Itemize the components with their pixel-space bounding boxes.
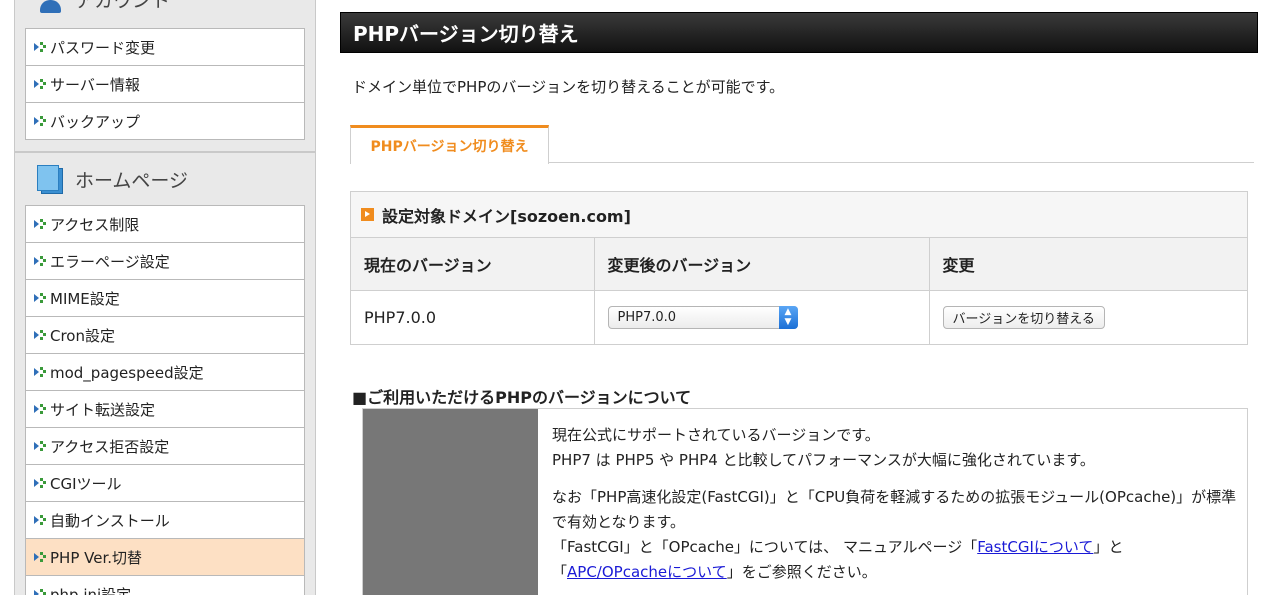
sidebar-item-backup[interactable]: バックアップ [26, 103, 304, 140]
bullet-arrow-icon [34, 218, 48, 230]
sidebar-item-php-version[interactable]: PHP Ver.切替 [26, 539, 304, 576]
sidebar-item-cgi-tools[interactable]: CGIツール [26, 465, 304, 502]
available-versions-box: 現在公式にサポートされているバージョンです。 PHP7 は PHP5 や PHP… [362, 408, 1248, 595]
sidebar-item-error-page[interactable]: エラーページ設定 [26, 243, 304, 280]
bullet-arrow-icon [34, 292, 48, 304]
version-table: 現在のバージョン 変更後のバージョン 変更 PHP7.0.0 PHP7.0.0 … [351, 238, 1247, 344]
bullet-arrow-icon [34, 255, 48, 267]
bullet-arrow-icon [34, 514, 48, 526]
bullet-arrow-icon [34, 403, 48, 415]
bullet-arrow-icon [34, 329, 48, 341]
header-current-version: 現在のバージョン [351, 238, 595, 291]
domain-heading-text: 設定対象ドメイン[sozoen.com] [382, 206, 631, 226]
domain-heading: 設定対象ドメイン[sozoen.com] [351, 192, 1247, 238]
support-note: 現在公式にサポートされているバージョンです。 [552, 426, 880, 444]
arrow-right-icon [361, 208, 374, 221]
sidebar-item-label: mod_pagespeed設定 [50, 363, 204, 382]
homepage-section-title: ホームページ [75, 169, 189, 192]
sidebar-item-access-restriction[interactable]: アクセス制限 [26, 206, 304, 243]
available-versions-text: 現在公式にサポートされているバージョンです。 PHP7 は PHP5 や PHP… [538, 409, 1238, 595]
sidebar-item-label: Cron設定 [50, 326, 115, 345]
sidebar-item-label: アクセス制限 [50, 215, 140, 234]
header-new-version: 変更後のバージョン [594, 238, 930, 291]
sidebar-item-label: エラーページ設定 [50, 252, 170, 271]
bullet-arrow-icon [34, 78, 48, 90]
sidebar-item-mime[interactable]: MIME設定 [26, 280, 304, 317]
account-section-title: アカウント [75, 0, 171, 12]
sidebar-item-site-transfer[interactable]: サイト転送設定 [26, 391, 304, 428]
fastcgi-link[interactable]: FastCGIについて [977, 538, 1093, 556]
sidebar-item-auto-install[interactable]: 自動インストール [26, 502, 304, 539]
performance-note: PHP7 は PHP5 や PHP4 と比較してパフォーマンスが大幅に強化されて… [552, 451, 1095, 469]
table-header-row: 現在のバージョン 変更後のバージョン 変更 [351, 238, 1247, 291]
bullet-arrow-icon [34, 115, 48, 127]
sidebar-item-password[interactable]: パスワード変更 [26, 29, 304, 66]
sidebar-item-label: PHP Ver.切替 [50, 548, 143, 567]
page-title: PHPバージョン切り替え [340, 12, 1258, 53]
tab-php-version[interactable]: PHPバージョン切り替え [350, 125, 549, 164]
version-select-cell: PHP7.0.0 ▲ ▼ [594, 290, 930, 344]
homepage-menu: アクセス制限 エラーページ設定 MIME設定 Cron設定 mod_pagesp… [25, 205, 305, 595]
sidebar-item-php-ini[interactable]: php.ini設定 [26, 576, 304, 595]
account-menu: パスワード変更 サーバー情報 バックアップ [25, 28, 305, 140]
sidebar-item-label: MIME設定 [50, 289, 120, 308]
bullet-arrow-icon [34, 588, 48, 595]
manual-reference: 「FastCGI」と「OPcache」については、 マニュアルページ「FastC… [552, 535, 1238, 585]
available-versions-heading: ■ご利用いただけるPHPのバージョンについて [352, 388, 692, 407]
select-updown-icon: ▲ ▼ [778, 305, 798, 329]
homepage-section-header: ホームページ [15, 153, 315, 205]
sidebar-item-label: サーバー情報 [50, 75, 140, 94]
sidebar-item-label: php.ini設定 [50, 585, 132, 595]
sidebar-item-server-info[interactable]: サーバー情報 [26, 66, 304, 103]
bullet-arrow-icon [34, 551, 48, 563]
version-select[interactable]: PHP7.0.0 ▲ ▼ [607, 305, 798, 329]
bullet-arrow-icon [34, 477, 48, 489]
homepage-section: ホームページ アクセス制限 エラーページ設定 MIME設定 Cron設定 mod… [14, 152, 316, 595]
tab-bar: PHPバージョン切り替え [350, 125, 1254, 164]
sidebar-item-label: サイト転送設定 [50, 400, 156, 419]
sidebar-item-label: パスワード変更 [50, 38, 156, 57]
sidebar-item-label: バックアップ [50, 112, 141, 131]
domain-settings-panel: 設定対象ドメイン[sozoen.com] 現在のバージョン 変更後のバージョン … [350, 191, 1248, 345]
header-change: 変更 [929, 238, 1247, 291]
apc-opcache-link[interactable]: APC/OPcacheについて [567, 563, 727, 581]
sidebar-item-label: CGIツール [50, 474, 122, 493]
sidebar-item-access-deny[interactable]: アクセス拒否設定 [26, 428, 304, 465]
pages-icon [35, 164, 65, 194]
sidebar-item-label: 自動インストール [50, 511, 170, 530]
sidebar-item-cron[interactable]: Cron設定 [26, 317, 304, 354]
sidebar-item-mod-pagespeed[interactable]: mod_pagespeed設定 [26, 354, 304, 391]
account-icon [35, 0, 65, 15]
manual-text-a: 「FastCGI」と「OPcache」については、 マニュアルページ「 [552, 538, 978, 556]
bullet-arrow-icon [34, 366, 48, 378]
sidebar-item-label: アクセス拒否設定 [50, 437, 170, 456]
version-select-value: PHP7.0.0 [617, 309, 677, 325]
manual-text-c: 」をご参照ください。 [726, 563, 877, 581]
version-label-cell [363, 409, 538, 595]
account-section: アカウント パスワード変更 サーバー情報 バックアップ [14, 0, 316, 152]
switch-cell: バージョンを切り替える [929, 290, 1247, 344]
switch-version-button[interactable]: バージョンを切り替える [942, 305, 1105, 329]
current-version-value: PHP7.0.0 [351, 290, 595, 344]
account-section-header: アカウント [15, 0, 315, 28]
intro-text: ドメイン単位でPHPのバージョンを切り替えることが可能です。 [352, 78, 785, 96]
fastcgi-opcache-note: なお「PHP高速化設定(FastCGI)」と「CPU負荷を軽減するための拡張モジ… [552, 488, 1237, 531]
sidebar: アカウント パスワード変更 サーバー情報 バックアップ ホームページ アクセス制… [0, 0, 330, 595]
main-content: PHPバージョン切り替え ドメイン単位でPHPのバージョンを切り替えることが可能… [338, 0, 1258, 595]
table-row: PHP7.0.0 PHP7.0.0 ▲ ▼ バージョンを切り替える [351, 290, 1247, 344]
bullet-arrow-icon [34, 440, 48, 452]
bullet-arrow-icon [34, 41, 48, 53]
